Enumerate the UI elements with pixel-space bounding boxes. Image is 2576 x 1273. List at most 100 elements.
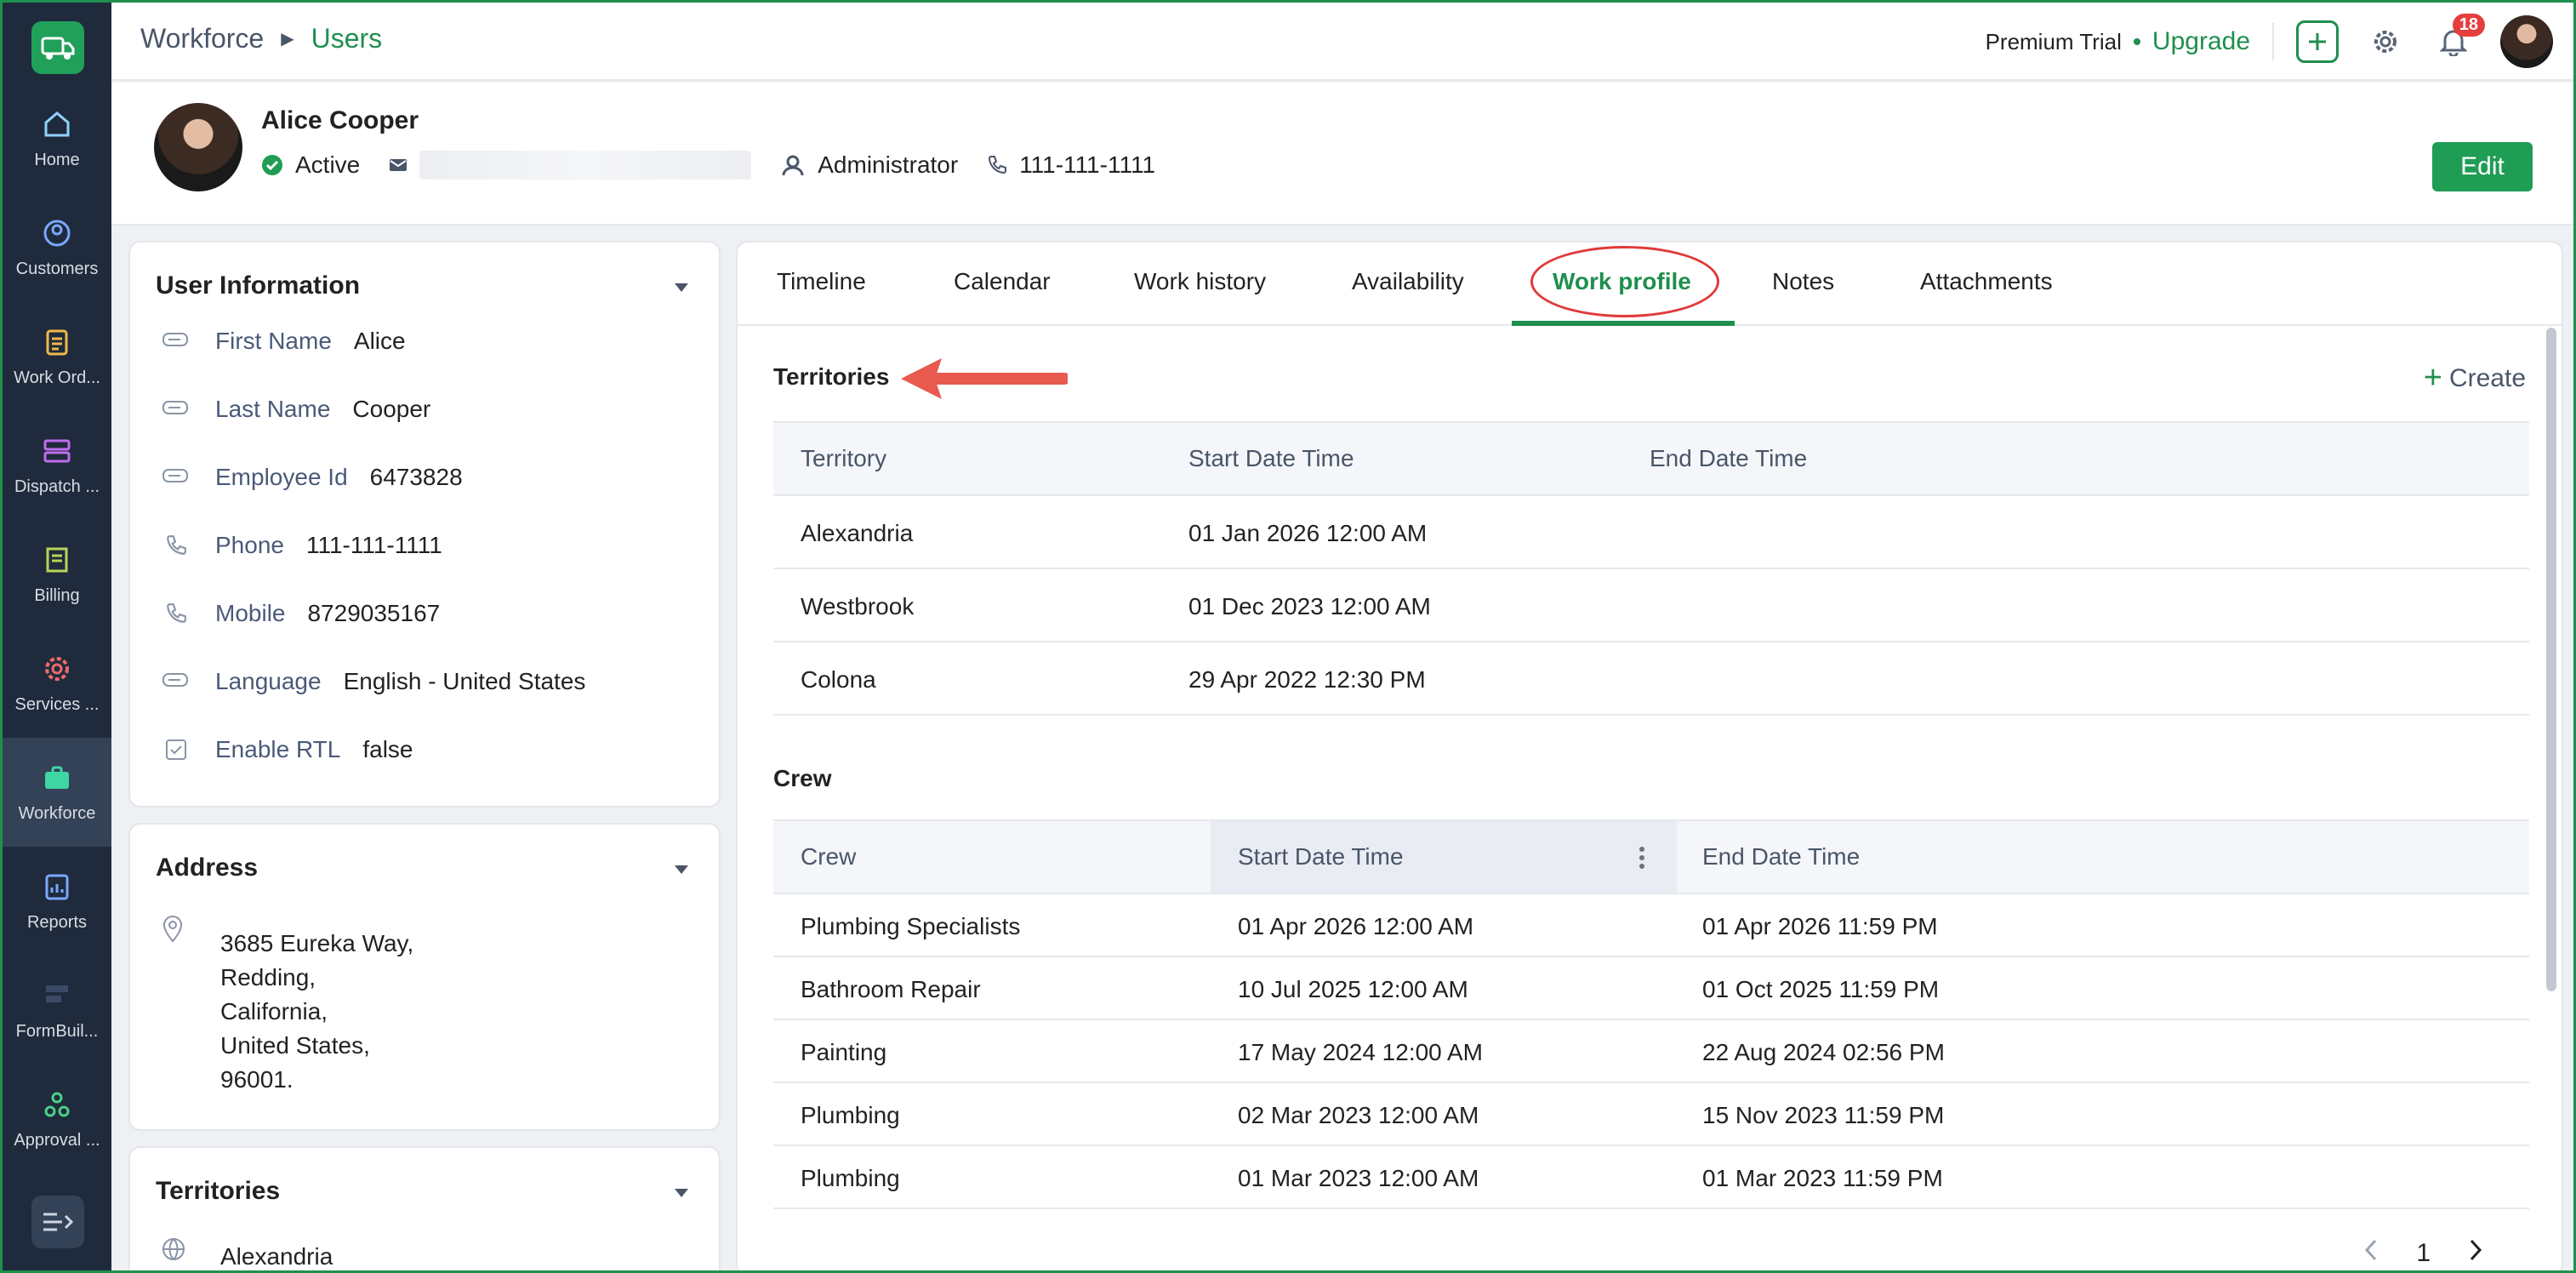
section-title-territories: Territories <box>773 363 890 390</box>
tab-work-history[interactable]: Work history <box>1134 268 1266 295</box>
nav-item-billing[interactable]: Billing <box>3 520 111 629</box>
vertical-scrollbar[interactable] <box>2546 328 2556 991</box>
table-row[interactable]: Westbrook 01 Dec 2023 12:00 AM <box>773 569 2529 642</box>
field-label: Last Name <box>215 396 331 422</box>
cell: 22 Aug 2024 02:56 PM <box>1702 1039 1945 1065</box>
workforce-icon <box>41 762 73 794</box>
table-row[interactable]: Plumbing 01 Mar 2023 12:00 AM 01 Mar 202… <box>773 1146 2529 1209</box>
annotation-circle <box>1530 246 1719 317</box>
pagination: 1 <box>2345 1238 2502 1269</box>
cell: 15 Nov 2023 11:59 PM <box>1702 1102 1945 1128</box>
user-avatar[interactable] <box>2500 15 2553 68</box>
tab-attachments[interactable]: Attachments <box>1920 268 2053 295</box>
edit-button[interactable]: Edit <box>2432 142 2533 191</box>
dispatch-icon <box>41 435 73 467</box>
cell: 29 Apr 2022 12:30 PM <box>1188 666 1426 693</box>
phone-icon <box>161 601 191 626</box>
nav-label: Reports <box>26 912 88 932</box>
breadcrumb-root[interactable]: Workforce <box>140 23 264 54</box>
territories-card: Territories Alexandria <box>128 1146 721 1270</box>
chevron-down-icon[interactable] <box>675 283 688 292</box>
next-page-icon[interactable] <box>2468 1238 2483 1269</box>
nav-item-reports[interactable]: Reports <box>3 847 111 956</box>
settings-button[interactable] <box>2364 20 2407 63</box>
approval-icon <box>41 1088 73 1121</box>
chevron-down-icon[interactable] <box>675 1189 688 1197</box>
nav-item-formbuilder[interactable]: FormBuil... <box>3 956 111 1065</box>
notifications-button[interactable]: 18 <box>2432 14 2485 63</box>
column-header[interactable]: Start Date Time <box>1238 843 1404 871</box>
column-header[interactable]: Start Date Time <box>1188 445 1354 472</box>
cell: Westbrook <box>801 593 915 619</box>
cell: 01 Mar 2023 11:59 PM <box>1702 1165 1943 1191</box>
breadcrumb-current: Users <box>311 23 383 54</box>
table-row[interactable]: Plumbing Specialists 01 Apr 2026 12:00 A… <box>773 894 2529 957</box>
phone-icon <box>987 155 1007 175</box>
address-card: Address 3685 Eureka Way, Redding, Califo… <box>128 823 721 1131</box>
tab-bar: Timeline Calendar Work history Availabil… <box>738 243 2562 326</box>
nav-item-customers[interactable]: Customers <box>3 193 111 302</box>
plus-icon <box>2309 33 2326 50</box>
phone-text: 111-111-1111 <box>1019 151 1156 178</box>
column-header[interactable]: Territory <box>801 445 886 472</box>
nav-label: Home <box>34 150 80 169</box>
chevron-down-icon[interactable] <box>675 865 688 874</box>
cell: 01 Dec 2023 12:00 AM <box>1188 593 1431 619</box>
field-value: Alice <box>353 328 406 354</box>
column-header[interactable]: End Date Time <box>1650 445 1807 472</box>
table-row[interactable]: Plumbing 02 Mar 2023 12:00 AM 15 Nov 202… <box>773 1083 2529 1146</box>
field-label: Language <box>215 668 322 694</box>
user-information-card: User Information First Name Alice Last N… <box>128 241 721 808</box>
gear-icon <box>2374 31 2396 53</box>
table-header: Crew Start Date Time End Date Time <box>773 819 2529 894</box>
checkbox-icon <box>161 737 191 762</box>
tab-availability[interactable]: Availability <box>1352 268 1464 295</box>
table-row[interactable]: Painting 17 May 2024 12:00 AM 22 Aug 202… <box>773 1020 2529 1083</box>
table-row[interactable]: Colona 29 Apr 2022 12:30 PM <box>773 642 2529 716</box>
cell: 10 Jul 2025 12:00 AM <box>1238 976 1468 1002</box>
nav-item-dispatch[interactable]: Dispatch ... <box>3 411 111 520</box>
status-badge: Active <box>261 151 360 179</box>
role-item: Administrator <box>780 151 958 179</box>
notification-badge: 18 <box>2452 14 2485 37</box>
services-icon <box>41 653 73 685</box>
tab-calendar[interactable]: Calendar <box>954 268 1051 295</box>
nav-item-approval[interactable]: Approval ... <box>3 1065 111 1173</box>
tab-notes[interactable]: Notes <box>1772 268 1834 295</box>
status-text: Active <box>295 151 361 178</box>
tab-timeline[interactable]: Timeline <box>777 268 866 295</box>
field-value: 111-111-1111 <box>305 532 442 558</box>
nav-item-services[interactable]: Services ... <box>3 629 111 738</box>
nav-item-home[interactable]: Home <box>3 84 111 193</box>
field-last-name: Last Name Cooper <box>161 396 430 423</box>
create-button[interactable]: + Create <box>2424 360 2526 397</box>
upgrade-link[interactable]: Upgrade <box>2152 27 2250 56</box>
nav-item-workforce[interactable]: Workforce <box>3 738 111 847</box>
field-enable-rtl: Enable RTL false <box>161 736 413 763</box>
column-header[interactable]: Crew <box>801 843 856 871</box>
breadcrumb: Workforce ▶ Users <box>140 23 382 54</box>
work-orders-icon <box>41 326 73 358</box>
quick-create-button[interactable] <box>2296 20 2339 63</box>
breadcrumb-separator-icon: ▶ <box>281 30 294 49</box>
territory-item: Alexandria <box>220 1243 333 1270</box>
billing-icon <box>41 544 73 576</box>
column-header[interactable]: End Date Time <box>1702 843 1860 871</box>
top-bar: Workforce ▶ Users Premium Trial Upgrade … <box>111 3 2573 81</box>
field-first-name: First Name Alice <box>161 328 406 355</box>
address-line: 96001. <box>220 1066 294 1093</box>
prev-page-icon[interactable] <box>2363 1238 2379 1269</box>
kebab-menu-icon[interactable] <box>1638 845 1646 875</box>
collapse-nav-button[interactable] <box>31 1196 84 1248</box>
table-row[interactable]: Bathroom Repair 10 Jul 2025 12:00 AM 01 … <box>773 957 2529 1020</box>
field-value: Cooper <box>352 396 431 422</box>
field-language: Language English - United States <box>161 668 585 695</box>
app-logo[interactable] <box>31 21 84 74</box>
address-line: Redding, <box>220 964 316 990</box>
table-row[interactable]: Alexandria 01 Jan 2026 12:00 AM <box>773 496 2529 569</box>
cell: 01 Jan 2026 12:00 AM <box>1188 520 1428 546</box>
tag-icon <box>161 669 191 694</box>
nav-item-work-orders[interactable]: Work Ord... <box>3 302 111 411</box>
expand-icon <box>43 1213 74 1231</box>
tag-icon <box>161 397 191 422</box>
